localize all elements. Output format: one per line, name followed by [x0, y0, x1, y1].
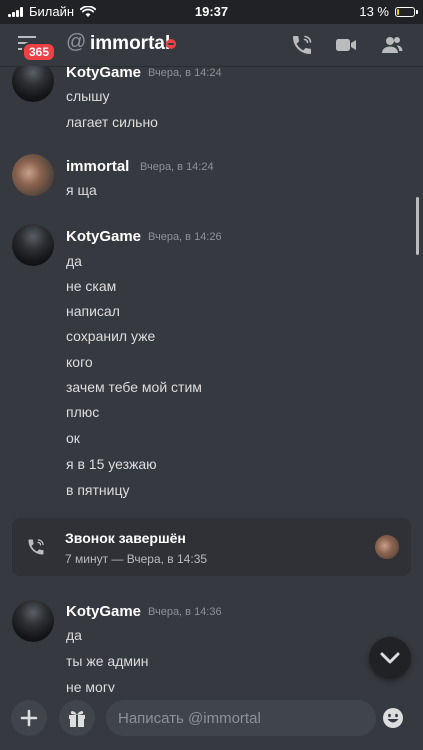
message-timestamp: Вчера, в 14:26 — [148, 231, 222, 243]
message-composer — [0, 692, 423, 750]
call-participant-avatar — [375, 535, 399, 559]
at-icon: @ — [66, 31, 87, 53]
message-text: я в 15 уезжаю — [66, 456, 157, 472]
avatar[interactable] — [12, 154, 54, 196]
message-timestamp: Вчера, в 14:24 — [140, 161, 214, 173]
battery-icon — [395, 6, 418, 17]
message-text: да — [66, 627, 82, 643]
phone-call-icon — [28, 539, 44, 555]
attach-button[interactable] — [11, 700, 47, 736]
message-author[interactable]: immortal — [66, 158, 129, 175]
message-text: ок — [66, 430, 80, 446]
message-list[interactable]: KotyGame Вчера, в 14:24 слышу лагает сил… — [0, 66, 423, 692]
voice-call-button[interactable] — [290, 33, 316, 57]
message-author[interactable]: KotyGame — [66, 228, 141, 245]
members-icon — [382, 37, 403, 53]
message-text: не скам — [66, 278, 117, 294]
plus-icon — [20, 709, 38, 727]
message-text: не могу — [66, 679, 115, 692]
message-text: лагает сильно — [66, 114, 158, 130]
emoji-button[interactable] — [381, 706, 405, 730]
message-text: ты же админ — [66, 653, 149, 669]
message-text: я ща — [66, 182, 97, 198]
message-timestamp: Вчера, в 14:24 — [148, 67, 222, 79]
smiley-icon — [383, 708, 403, 728]
message-text: в пятницу — [66, 482, 130, 498]
call-subtitle: 7 минут — Вчера, в 14:35 — [65, 552, 208, 566]
channel-header: 365 @ immortal — [0, 24, 423, 67]
message-timestamp: Вчера, в 14:36 — [148, 606, 222, 618]
message-text: зачем тебе мой стим — [66, 379, 202, 395]
dnd-status-icon — [166, 39, 176, 49]
battery-percent: 13 % — [359, 4, 389, 19]
message-text: слышу — [66, 88, 110, 104]
dm-title[interactable]: immortal — [90, 33, 170, 55]
video-call-button[interactable] — [334, 33, 360, 57]
avatar[interactable] — [12, 66, 54, 102]
avatar[interactable] — [12, 224, 54, 266]
menu-button[interactable]: 365 — [14, 32, 57, 62]
avatar[interactable] — [12, 600, 54, 642]
message-text: да — [66, 253, 82, 269]
message-text: написал — [66, 303, 120, 319]
message-text: плюс — [66, 404, 100, 420]
message-text: сохранил уже — [66, 328, 156, 344]
message-input[interactable] — [106, 700, 376, 736]
message-author[interactable]: KotyGame — [66, 603, 141, 620]
call-title: Звонок завершён — [65, 530, 186, 546]
message-text: кого — [66, 354, 93, 370]
phone-call-icon — [293, 35, 312, 54]
video-camera-icon — [336, 39, 356, 51]
unread-badge: 365 — [22, 42, 57, 62]
members-button[interactable] — [380, 33, 406, 57]
status-bar: Билайн 19:37 13 % — [0, 0, 423, 24]
call-ended-card[interactable]: Звонок завершён 7 минут — Вчера, в 14:35 — [12, 518, 411, 576]
hamburger-icon — [18, 36, 36, 38]
message-author[interactable]: KotyGame — [66, 66, 141, 81]
scrollbar[interactable] — [416, 197, 419, 255]
jump-to-bottom-button[interactable] — [369, 637, 411, 679]
gift-button[interactable] — [59, 700, 95, 736]
chevron-down-icon — [380, 652, 400, 664]
gift-icon — [69, 711, 85, 727]
